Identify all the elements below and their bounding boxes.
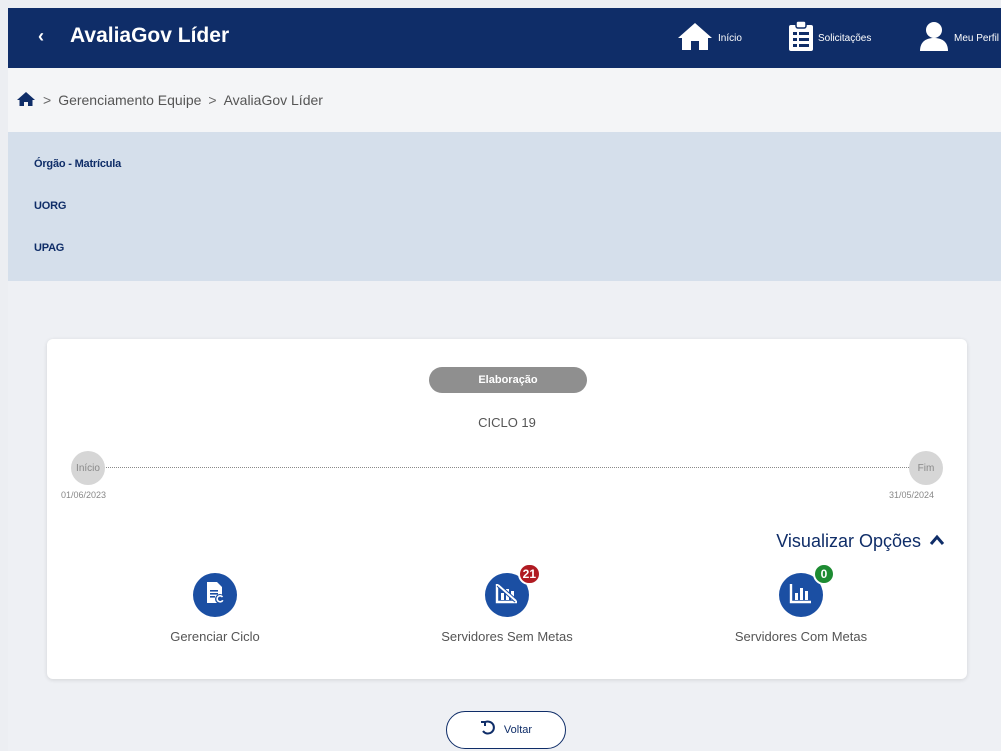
bar-chart-icon <box>789 582 813 609</box>
undo-icon <box>480 720 496 741</box>
nav-solicitacoes-label: Solicitações <box>818 32 872 44</box>
top-navbar: ‹ AvaliaGov Líder Início Solicitações Me… <box>8 8 1001 68</box>
breadcrumb-gerenciamento-equipe[interactable]: Gerenciamento Equipe <box>58 92 201 108</box>
servidores-com-metas-label: Servidores Com Metas <box>734 629 868 644</box>
nav-inicio-label: Início <box>718 32 742 44</box>
voltar-label: Voltar <box>503 724 533 736</box>
gerenciar-ciclo-button[interactable]: Gerenciar Ciclo <box>125 573 305 644</box>
com-metas-count-badge: 0 <box>813 563 835 585</box>
timeline-start-date: 01/06/2023 <box>61 490 107 500</box>
nav-solicitacoes[interactable]: Solicitações <box>788 19 872 57</box>
clipboard-list-icon <box>788 19 814 57</box>
timeline-end-node: Fim <box>909 451 943 485</box>
home-icon <box>676 21 714 56</box>
servidores-sem-metas-label: Servidores Sem Metas <box>441 629 573 644</box>
server-info-panel: Órgão - Matrícula UORG UPAG <box>8 132 1001 281</box>
action-circle: 0 <box>779 563 835 617</box>
timeline-end-date: 31/05/2024 <box>889 490 935 500</box>
breadcrumb: > Gerenciamento Equipe > AvaliaGov Líder <box>8 68 1001 132</box>
nav-meu-perfil[interactable]: Meu Perfil <box>918 20 999 56</box>
nav-inicio[interactable]: Início <box>676 20 742 56</box>
action-circle <box>193 573 237 617</box>
voltar-button[interactable]: Voltar <box>446 711 566 749</box>
servidores-sem-metas-button[interactable]: 21 Servidores Sem Metas <box>417 563 597 644</box>
document-cycle-icon <box>204 581 226 610</box>
chevron-up-icon <box>929 533 945 551</box>
breadcrumb-current: AvaliaGov Líder <box>223 92 323 108</box>
timeline-line <box>99 467 915 468</box>
chart-off-icon <box>495 582 519 609</box>
cycle-card: Elaboração CICLO 19 Início Fim 01/06/202… <box>47 339 967 679</box>
nav-meu-perfil-label: Meu Perfil <box>954 32 1000 44</box>
visualizar-opcoes-label: Visualizar Opções <box>776 531 921 551</box>
status-badge: Elaboração <box>429 367 587 393</box>
visualizar-opcoes-toggle[interactable]: Visualizar Opções <box>776 531 945 552</box>
chevron-left-icon[interactable]: ‹ <box>38 26 44 47</box>
cycle-name: CICLO 19 <box>478 415 536 430</box>
gerenciar-ciclo-label: Gerenciar Ciclo <box>170 629 260 644</box>
app-title: AvaliaGov Líder <box>70 24 230 47</box>
servidores-com-metas-button[interactable]: 0 Servidores Com Metas <box>711 563 891 644</box>
page: ‹ AvaliaGov Líder Início Solicitações Me… <box>8 8 1001 751</box>
uorg-label: UORG <box>34 200 67 212</box>
orgao-matricula-label: Órgão - Matrícula <box>34 158 122 170</box>
user-icon <box>918 20 950 57</box>
upag-label: UPAG <box>34 242 65 254</box>
breadcrumb-separator: > <box>43 92 52 108</box>
home-icon[interactable] <box>16 91 36 110</box>
sem-metas-count-badge: 21 <box>517 563 541 585</box>
action-circle: 21 <box>485 563 541 617</box>
breadcrumb-separator: > <box>208 92 217 108</box>
timeline-start-node: Início <box>71 451 105 485</box>
